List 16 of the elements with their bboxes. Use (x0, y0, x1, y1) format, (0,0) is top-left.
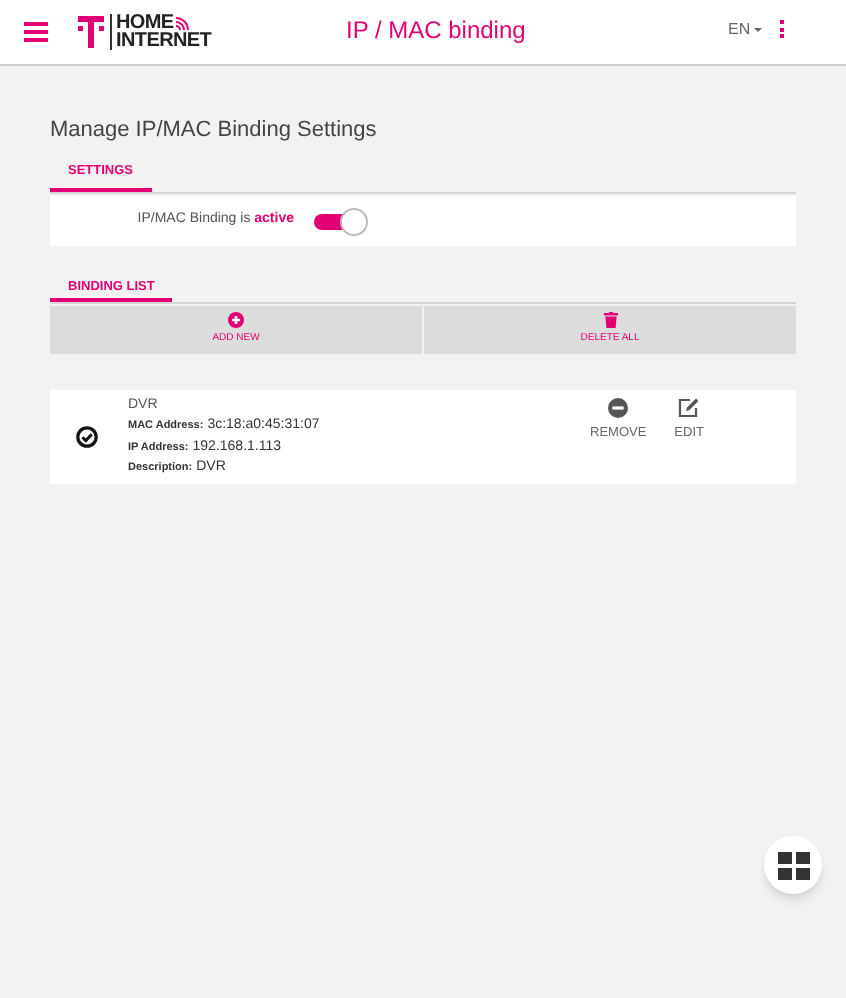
plus-circle-icon (228, 312, 244, 329)
caret-icon (754, 28, 763, 32)
binding-toggle[interactable] (314, 207, 368, 235)
edit-icon (678, 398, 701, 418)
language-dropdown[interactable]: EN (728, 18, 763, 42)
wifi-icon (175, 16, 190, 30)
page-title: Manage IP/MAC Binding Settings (50, 116, 379, 142)
apps-grid-button[interactable] (764, 836, 822, 894)
logo-text: HOME (116, 14, 174, 32)
telekom-logo-icon (78, 16, 104, 48)
trash-icon (603, 312, 617, 329)
grid-icon (777, 851, 809, 879)
page-header-title: IP / MAC binding (346, 14, 526, 48)
logo-text: INTERNET (116, 32, 212, 50)
menu-button[interactable] (24, 22, 48, 42)
minus-circle-icon (608, 398, 629, 418)
